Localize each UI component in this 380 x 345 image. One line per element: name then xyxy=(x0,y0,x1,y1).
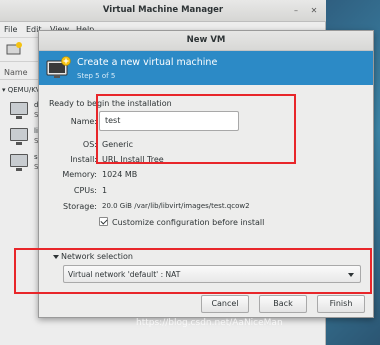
network-select[interactable]: Virtual network 'default' : NAT xyxy=(63,265,361,283)
network-selection-expander[interactable]: Network selection xyxy=(61,252,133,261)
cancel-button[interactable]: Cancel xyxy=(201,295,249,313)
new-vm-icon xyxy=(46,56,71,78)
install-value: URL Install Tree xyxy=(102,155,164,164)
name-field[interactable]: test xyxy=(99,111,239,131)
customize-label[interactable]: Customize configuration before install xyxy=(112,218,264,227)
banner-step: Step 5 of 5 xyxy=(77,72,116,80)
cpus-value: 1 xyxy=(102,186,108,195)
cpus-label: CPUs: xyxy=(73,186,97,195)
dialog-titlebar: New VM xyxy=(39,31,373,51)
os-label: OS: xyxy=(82,140,97,149)
expander-arrow-icon[interactable] xyxy=(53,255,59,259)
customize-checkbox[interactable] xyxy=(99,217,108,226)
vmm-title: Virtual Machine Manager xyxy=(102,5,224,15)
new-vm-icon[interactable] xyxy=(6,42,22,58)
vm-list-item[interactable]: lib Sh xyxy=(10,126,43,150)
minimize-icon[interactable]: – xyxy=(290,5,302,17)
monitor-icon xyxy=(10,102,28,119)
menu-file[interactable]: File xyxy=(4,25,17,34)
close-icon[interactable]: ✕ xyxy=(308,5,320,17)
name-column-header[interactable]: Name xyxy=(4,68,28,77)
storage-label: Storage: xyxy=(63,202,97,211)
vm-list-item[interactable]: se Sh xyxy=(10,152,43,176)
vmm-titlebar: Virtual Machine Manager – ✕ xyxy=(0,0,326,22)
memory-value: 1024 MB xyxy=(102,170,138,179)
monitor-icon xyxy=(10,154,28,171)
install-label: Install: xyxy=(70,155,97,164)
wizard-banner: Create a new virtual machine Step 5 of 5 xyxy=(39,51,373,85)
memory-label: Memory: xyxy=(62,170,97,179)
back-button[interactable]: Back xyxy=(259,295,307,313)
dialog-title: New VM xyxy=(186,35,226,45)
name-label: Name: xyxy=(70,117,97,126)
new-vm-dialog: New VM Create a new virtual machine Step… xyxy=(38,30,374,318)
ready-heading: Ready to begin the installation xyxy=(49,99,172,108)
banner-title: Create a new virtual machine xyxy=(77,57,218,68)
chevron-down-icon xyxy=(348,273,354,277)
monitor-icon xyxy=(10,128,28,145)
os-value: Generic xyxy=(102,140,134,149)
vm-list-item[interactable]: de Sh xyxy=(10,100,43,124)
watermark-text: https://blog.csdn.net/AaNiceMan xyxy=(136,318,283,328)
finish-button[interactable]: Finish xyxy=(317,295,365,313)
storage-value: 20.0 GiB /var/lib/libvirt/images/test.qc… xyxy=(102,202,250,210)
network-select-value: Virtual network 'default' : NAT xyxy=(68,270,181,279)
